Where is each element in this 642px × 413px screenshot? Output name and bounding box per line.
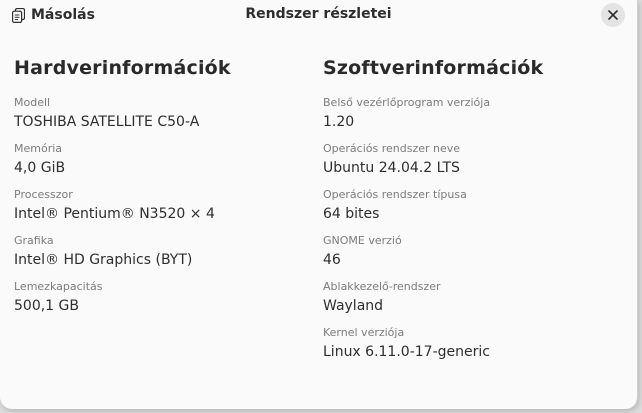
- hardware-section: Hardverinformációk Modell TOSHIBA SATELL…: [14, 54, 304, 325]
- software-section: Szoftverinformációk Belső vezérlőprogram…: [323, 54, 613, 371]
- field-value: TOSHIBA SATELLITE C50-A: [14, 114, 200, 130]
- field-memory: Memória 4,0 GiB: [14, 141, 304, 187]
- field-value: Wayland: [323, 298, 384, 314]
- field-value: 64 bites: [323, 206, 380, 222]
- field-processor: Processzor Intel® Pentium® N3520 × 4: [14, 187, 304, 233]
- close-button[interactable]: [601, 3, 625, 27]
- header-bar: Másolás Rendszer részletei: [0, 0, 637, 30]
- copy-button[interactable]: Másolás: [8, 4, 99, 26]
- field-graphics: Grafika Intel® HD Graphics (BYT): [14, 233, 304, 279]
- field-gnome-version: GNOME verzió 46: [323, 233, 613, 279]
- field-value: 4,0 GiB: [14, 160, 66, 176]
- field-label: Memória: [14, 142, 63, 155]
- field-os-name: Operációs rendszer neve Ubuntu 24.04.2 L…: [323, 141, 613, 187]
- system-details-dialog: Másolás Rendszer részletei Hardverinform…: [0, 0, 638, 409]
- field-kernel-version: Kernel verziója Linux 6.11.0-17-generic: [323, 325, 613, 371]
- software-section-title: Szoftverinformációk: [323, 57, 544, 79]
- field-value: Intel® HD Graphics (BYT): [14, 252, 193, 268]
- field-label: Operációs rendszer neve: [323, 142, 461, 155]
- field-label: Operációs rendszer típusa: [323, 188, 467, 201]
- copy-label: Másolás: [31, 7, 95, 23]
- field-firmware-version: Belső vezérlőprogram verziója 1.20: [323, 95, 613, 141]
- field-value: 500,1 GB: [14, 298, 79, 314]
- field-label: Kernel verziója: [323, 326, 405, 339]
- field-label: Belső vezérlőprogram verziója: [323, 96, 491, 109]
- field-label: Modell: [14, 96, 51, 109]
- field-label: Ablakkezelő-rendszer: [323, 280, 441, 293]
- field-value: Linux 6.11.0-17-generic: [323, 344, 490, 360]
- close-icon: [608, 10, 618, 20]
- field-model: Modell TOSHIBA SATELLITE C50-A: [14, 95, 304, 141]
- field-disk-capacity: Lemezkapacitás 500,1 GB: [14, 279, 304, 325]
- copy-icon: [12, 7, 25, 23]
- field-value: 46: [323, 252, 341, 268]
- field-value: Ubuntu 24.04.2 LTS: [323, 160, 460, 176]
- field-label: Lemezkapacitás: [14, 280, 103, 293]
- field-os-type: Operációs rendszer típusa 64 bites: [323, 187, 613, 233]
- hardware-section-title: Hardverinformációk: [14, 57, 231, 79]
- field-windowing-system: Ablakkezelő-rendszer Wayland: [323, 279, 613, 325]
- field-value: 1.20: [323, 114, 355, 130]
- field-value: Intel® Pentium® N3520 × 4: [14, 206, 215, 222]
- field-label: Processzor: [14, 188, 73, 201]
- field-label: Grafika: [14, 234, 54, 247]
- field-label: GNOME verzió: [323, 234, 402, 247]
